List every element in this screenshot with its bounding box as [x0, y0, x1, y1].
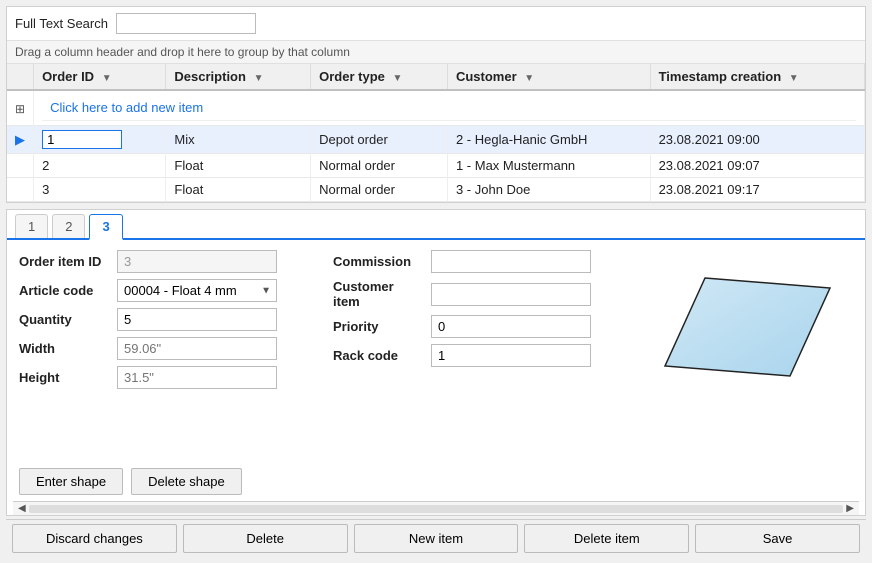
form-row-quantity: Quantity: [19, 308, 323, 331]
sort-icon-customer: ▼: [524, 73, 534, 84]
cell-customer-2: 1 - Max Mustermann: [447, 154, 650, 178]
row-indicator-3: [7, 178, 34, 202]
add-new-row[interactable]: ⊞ Click here to add new item: [7, 90, 865, 126]
top-panel: Full Text Search Drag a column header an…: [6, 6, 866, 203]
tab-3[interactable]: 3: [89, 214, 122, 240]
input-height[interactable]: [117, 366, 277, 389]
tabs-row: 1 2 3: [7, 210, 865, 240]
main-container: Full Text Search Drag a column header an…: [0, 0, 872, 563]
form-row-rack-code: Rack code: [333, 344, 637, 367]
label-order-item-id: Order item ID: [19, 254, 109, 269]
label-commission: Commission: [333, 254, 423, 269]
new-item-button[interactable]: New item: [354, 524, 519, 553]
cell-description-3: Float: [166, 178, 311, 202]
input-order-item-id[interactable]: [117, 250, 277, 273]
bottom-toolbar: Discard changes Delete New item Delete i…: [6, 519, 866, 557]
enter-shape-button[interactable]: Enter shape: [19, 468, 123, 495]
cell-order-id-3: 3: [34, 178, 166, 202]
shape-buttons-row: Enter shape Delete shape: [7, 462, 865, 501]
table-row[interactable]: 2 Float Normal order 1 - Max Mustermann …: [7, 154, 865, 178]
row-indicator-header: [7, 64, 34, 90]
grid-icon: ⊞: [15, 102, 25, 116]
label-rack-code: Rack code: [333, 348, 423, 363]
cell-timestamp-3: 23.08.2021 09:17: [650, 178, 864, 202]
cell-order-id-1[interactable]: [34, 126, 166, 154]
form-row-height: Height: [19, 366, 323, 389]
tab-2[interactable]: 2: [52, 214, 85, 238]
bottom-panel: 1 2 3 Order item ID Article code 00004 -…: [6, 209, 866, 516]
scrollbar-track[interactable]: [29, 505, 844, 513]
delete-item-button[interactable]: Delete item: [524, 524, 689, 553]
cell-order-id-2: 2: [34, 154, 166, 178]
form-row-order-item-id: Order item ID: [19, 250, 323, 273]
cell-order-type-2: Normal order: [311, 154, 448, 178]
add-new-link[interactable]: Click here to add new item: [42, 95, 856, 121]
col-order-id[interactable]: Order ID ▼: [34, 64, 166, 90]
orders-table: Order ID ▼ Description ▼ Order type ▼ Cu…: [7, 64, 865, 202]
scroll-left-icon[interactable]: ◀: [15, 503, 29, 514]
scroll-right-icon[interactable]: ▶: [843, 503, 857, 514]
shape-svg: [655, 258, 845, 398]
cell-customer-3: 3 - John Doe: [447, 178, 650, 202]
edit-order-id-1[interactable]: [42, 130, 122, 149]
shape-canvas: [655, 258, 845, 398]
label-customer-item: Customer item: [333, 279, 423, 309]
cell-order-type-1: Depot order: [311, 126, 448, 154]
form-area: Order item ID Article code 00004 - Float…: [7, 240, 865, 462]
form-right: Commission Customer item Priority Rack c…: [333, 250, 637, 452]
label-width: Width: [19, 341, 109, 356]
sort-icon-order-id: ▼: [102, 73, 112, 84]
tab-1[interactable]: 1: [15, 214, 48, 238]
cell-description-1: Mix: [166, 126, 311, 154]
row-indicator-2: [7, 154, 34, 178]
input-customer-item[interactable]: [431, 283, 591, 306]
label-height: Height: [19, 370, 109, 385]
sort-icon-timestamp: ▼: [789, 73, 799, 84]
delete-shape-button[interactable]: Delete shape: [131, 468, 242, 495]
form-row-priority: Priority: [333, 315, 637, 338]
cell-customer-1: 2 - Hegla-Hanic GmbH: [447, 126, 650, 154]
table-row[interactable]: ▶ Mix Depot order 2 - Hegla-Hanic GmbH 2…: [7, 126, 865, 154]
input-quantity[interactable]: [117, 308, 277, 331]
label-article-code: Article code: [19, 283, 109, 298]
search-label: Full Text Search: [15, 16, 108, 31]
drag-hint: Drag a column header and drop it here to…: [7, 41, 865, 64]
col-order-type[interactable]: Order type ▼: [311, 64, 448, 90]
form-left: Order item ID Article code 00004 - Float…: [19, 250, 323, 452]
input-width[interactable]: [117, 337, 277, 360]
label-quantity: Quantity: [19, 312, 109, 327]
cell-order-type-3: Normal order: [311, 178, 448, 202]
form-row-width: Width: [19, 337, 323, 360]
delete-button[interactable]: Delete: [183, 524, 348, 553]
input-priority[interactable]: [431, 315, 591, 338]
shape-area: [647, 250, 853, 452]
table-row[interactable]: 3 Float Normal order 3 - John Doe 23.08.…: [7, 178, 865, 202]
discard-changes-button[interactable]: Discard changes: [12, 524, 177, 553]
search-input[interactable]: [116, 13, 256, 34]
article-code-wrapper: 00004 - Float 4 mm ▼: [117, 279, 277, 302]
input-rack-code[interactable]: [431, 344, 591, 367]
form-row-article-code: Article code 00004 - Float 4 mm ▼: [19, 279, 323, 302]
cell-description-2: Float: [166, 154, 311, 178]
col-timestamp[interactable]: Timestamp creation ▼: [650, 64, 864, 90]
horizontal-scrollbar[interactable]: ◀ ▶: [13, 501, 859, 515]
cell-timestamp-2: 23.08.2021 09:07: [650, 154, 864, 178]
select-article-code[interactable]: 00004 - Float 4 mm: [117, 279, 277, 302]
col-customer[interactable]: Customer ▼: [447, 64, 650, 90]
sort-icon-description: ▼: [254, 73, 264, 84]
sort-icon-order-type: ▼: [393, 73, 403, 84]
input-commission[interactable]: [431, 250, 591, 273]
form-row-commission: Commission: [333, 250, 637, 273]
save-button[interactable]: Save: [695, 524, 860, 553]
col-description[interactable]: Description ▼: [166, 64, 311, 90]
search-bar: Full Text Search: [7, 7, 865, 41]
form-row-customer-item: Customer item: [333, 279, 637, 309]
cell-timestamp-1: 23.08.2021 09:00: [650, 126, 864, 154]
label-priority: Priority: [333, 319, 423, 334]
row-indicator-1: ▶: [7, 126, 34, 154]
